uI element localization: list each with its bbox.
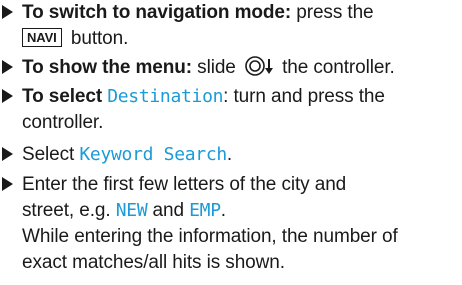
bullet-arrow-icon — [2, 147, 13, 161]
step-switch-navigation-mode: To switch to navigation mode: press the … — [0, 0, 462, 52]
bullet-arrow-icon — [2, 5, 13, 19]
step-lead: To show the menu: — [22, 57, 192, 78]
instruction-list: To switch to navigation mode: press the … — [0, 0, 462, 285]
step-note: While entering the information, the numb… — [22, 226, 398, 247]
step-select-keyword-search: Select Keyword Search. — [0, 142, 462, 168]
step-text: and — [147, 200, 190, 221]
step-lead: To switch to navigation mode: — [22, 2, 292, 23]
navi-button-key: NAVI — [22, 28, 62, 47]
bullet-arrow-icon — [2, 89, 13, 103]
step-text: street, e.g. — [22, 200, 116, 221]
step-lead: To select — [22, 86, 108, 107]
step-note: exact matches/all hits is shown. — [22, 252, 285, 273]
step-text: slide — [192, 57, 241, 78]
step-text: . — [220, 200, 226, 221]
step-enter-letters: Enter the first few letters of the city … — [0, 172, 462, 282]
bullet-arrow-icon — [2, 177, 13, 191]
display-text-keyword-search: Keyword Search — [79, 144, 227, 165]
step-text: press the — [291, 2, 374, 23]
display-text-new: NEW — [115, 200, 148, 221]
controller-slide-down-icon — [244, 55, 276, 85]
step-text: Enter the first few letters of the city … — [22, 174, 347, 195]
display-text-destination: Destination — [107, 86, 224, 107]
step-text: : turn and press the — [223, 86, 385, 107]
step-text: the controller. — [276, 57, 395, 78]
display-text-emp: EMP — [189, 200, 221, 221]
step-show-menu: To show the menu: slide the controller. — [0, 55, 462, 81]
step-select-destination: To select Destination: turn and press th… — [0, 84, 462, 136]
bullet-arrow-icon — [2, 60, 13, 74]
step-text: controller. — [22, 112, 104, 133]
step-text: button. — [65, 28, 129, 49]
step-text: Select — [22, 144, 80, 165]
step-text: . — [226, 144, 233, 165]
